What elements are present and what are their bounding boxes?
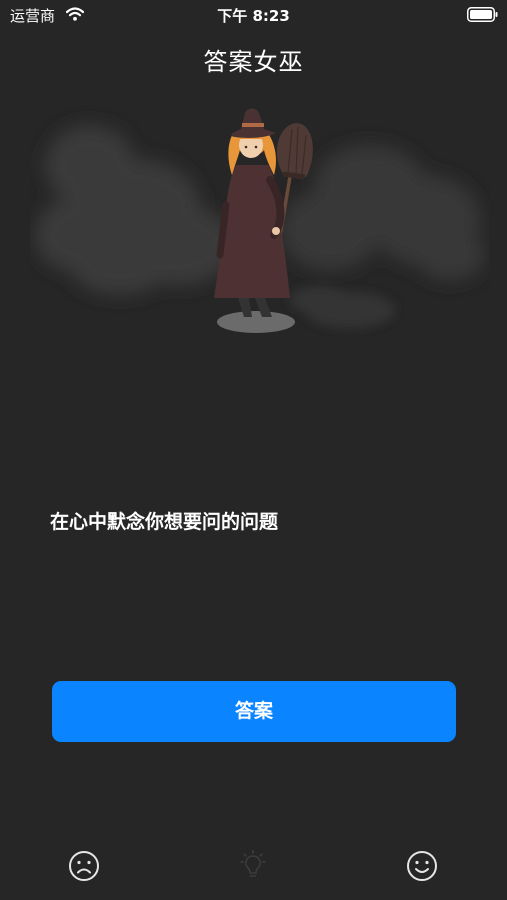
witch-hat <box>231 108 276 138</box>
cloud-bottom <box>290 286 395 328</box>
status-time: 下午 8:23 <box>217 7 290 25</box>
tab-sad[interactable] <box>67 849 101 883</box>
prompt-text: 在心中默念你想要问的问题 <box>50 511 279 533</box>
cloud-left <box>35 125 235 295</box>
status-bar: 运营商 下午 8:23 <box>0 0 507 30</box>
battery-icon <box>467 7 498 22</box>
answer-button[interactable]: 答案 <box>52 681 456 742</box>
witch-shadow <box>217 311 295 333</box>
tab-bar <box>0 840 507 900</box>
tab-happy[interactable] <box>405 849 439 883</box>
page-title: 答案女巫 <box>203 48 304 76</box>
happy-face-icon <box>407 851 437 881</box>
cloud-right <box>280 145 485 280</box>
sad-face-icon <box>69 851 99 881</box>
witch-illustration <box>35 108 485 333</box>
tab-lightbulb[interactable] <box>236 849 270 883</box>
lightbulb-icon <box>240 849 266 877</box>
